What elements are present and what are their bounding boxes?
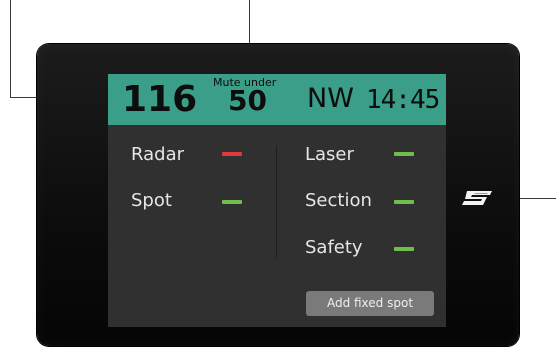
compass-heading: NW bbox=[307, 83, 354, 114]
spot-status-indicator bbox=[222, 200, 242, 204]
illustration: 116 Mute under 50 NW 14:45 Radar Spot La… bbox=[0, 0, 556, 349]
laser-status-indicator bbox=[394, 152, 414, 156]
radar-label: Radar bbox=[131, 144, 184, 165]
spot-label: Spot bbox=[131, 190, 172, 211]
callout-line-speed bbox=[10, 0, 11, 98]
add-fixed-spot-button[interactable]: Add fixed spot bbox=[306, 291, 434, 316]
display-screen: 116 Mute under 50 NW 14:45 Radar Spot La… bbox=[108, 74, 446, 327]
section-status-indicator bbox=[394, 200, 414, 204]
mute-under-value[interactable]: 50 bbox=[228, 84, 267, 118]
status-header: 116 Mute under 50 NW 14:45 bbox=[108, 74, 446, 125]
clock-time: 14:45 bbox=[366, 85, 440, 115]
laser-label: Laser bbox=[305, 144, 354, 165]
radar-status-indicator bbox=[222, 152, 242, 156]
speed-readout: 116 bbox=[122, 79, 198, 120]
safety-label: Safety bbox=[305, 237, 363, 258]
safety-status-indicator bbox=[394, 247, 414, 251]
column-divider bbox=[276, 146, 277, 258]
section-label: Section bbox=[305, 190, 372, 211]
brand-logo-icon bbox=[462, 191, 492, 205]
